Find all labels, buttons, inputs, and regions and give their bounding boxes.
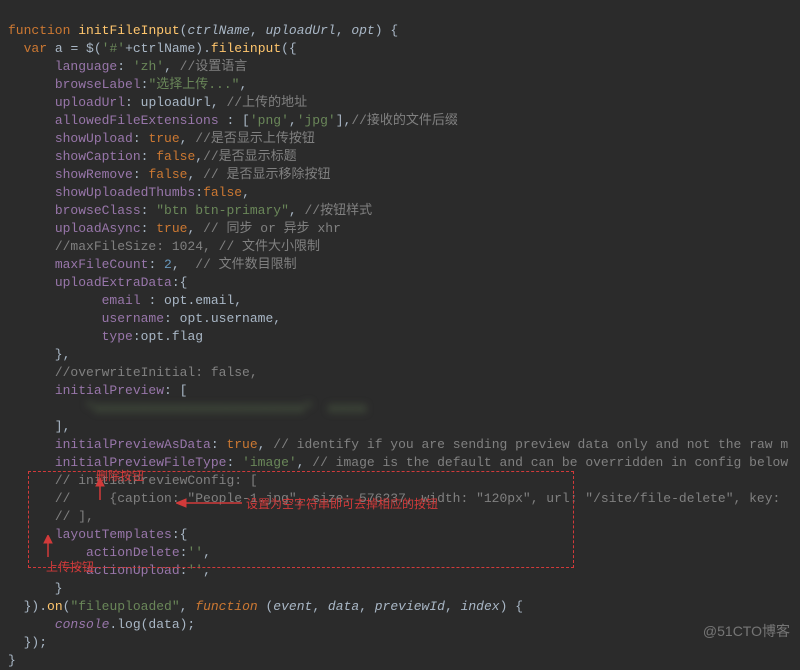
prop: showRemove: [55, 167, 133, 182]
str: "选择上传...": [148, 77, 239, 92]
code-block: function initFileInput(ctrlName, uploadU…: [0, 0, 800, 670]
bool: false: [156, 149, 195, 164]
prop: initialPreviewAsData: [55, 437, 211, 452]
prop: showUpload: [55, 131, 133, 146]
redacted-line: "xxxxxxxxxxxxxxxxxxxxxxxxxxx" xxxxx: [86, 401, 367, 416]
param: opt: [351, 23, 374, 38]
fn-name: initFileInput: [78, 23, 179, 38]
comment: //接收的文件后缀: [351, 113, 458, 128]
str: '': [187, 545, 203, 560]
param: data: [328, 599, 359, 614]
comment: // 是否显示移除按钮: [203, 167, 330, 182]
comment: // initialPreviewConfig: [: [55, 473, 258, 488]
comment: //是否显示上传按钮: [195, 131, 315, 146]
prop: initialPreview: [55, 383, 164, 398]
annotation-tip: 设置为空字符串即可去掉相应的按钮: [246, 495, 438, 513]
var-a: a: [55, 41, 63, 56]
comment: //是否显示标题: [203, 149, 297, 164]
param: uploadUrl: [266, 23, 336, 38]
comment: //maxFileSize: 1024, // 文件大小限制: [55, 239, 320, 254]
comment: //overwriteInitial: false,: [55, 365, 258, 380]
comment: // 同步 or 异步 xhr: [203, 221, 341, 236]
num: 2: [164, 257, 172, 272]
bool: false: [203, 185, 242, 200]
comment: // ],: [55, 509, 94, 524]
kw-function: function: [8, 23, 70, 38]
str: 'image': [242, 455, 297, 470]
arrow-delete: [94, 478, 106, 502]
prop: browseLabel: [55, 77, 141, 92]
annotation-upload-label: 上传按钮: [46, 558, 94, 576]
prop: maxFileCount: [55, 257, 149, 272]
str: "fileuploaded": [70, 599, 179, 614]
param: index: [461, 599, 500, 614]
comment: //上传的地址: [226, 95, 307, 110]
comment: // identify if you are sending preview d…: [273, 437, 788, 452]
bool: true: [226, 437, 257, 452]
comment: // image is the default and can be overr…: [312, 455, 788, 470]
prop: browseClass: [55, 203, 141, 218]
prop: language: [55, 59, 117, 74]
str: "btn btn-primary": [156, 203, 289, 218]
watermark: @51CTO博客: [703, 622, 790, 640]
param: previewId: [375, 599, 445, 614]
arrow-upload: [42, 535, 54, 559]
comment: //设置语言: [180, 59, 248, 74]
comment: //按钮样式: [304, 203, 372, 218]
prop: allowedFileExtensions: [55, 113, 219, 128]
prop: uploadUrl: [55, 95, 125, 110]
param: ctrlName: [187, 23, 249, 38]
bool: true: [148, 131, 179, 146]
bool: false: [148, 167, 187, 182]
kw-function: function: [195, 599, 257, 614]
bool: true: [156, 221, 187, 236]
str: '': [187, 563, 203, 578]
prop: showUploadedThumbs: [55, 185, 195, 200]
prop: uploadAsync: [55, 221, 141, 236]
arrow-tip: [176, 496, 244, 510]
prop: showCaption: [55, 149, 141, 164]
str: '#': [102, 41, 125, 56]
prop: uploadExtraData: [55, 275, 172, 290]
kw-var: var: [24, 41, 47, 56]
method: fileinput: [211, 41, 281, 56]
prop: layoutTemplates: [55, 527, 172, 542]
param: event: [273, 599, 312, 614]
str: 'zh': [133, 59, 164, 74]
comment: // 文件数目限制: [195, 257, 296, 272]
var: ctrlName: [133, 41, 195, 56]
var: uploadUrl: [141, 95, 211, 110]
